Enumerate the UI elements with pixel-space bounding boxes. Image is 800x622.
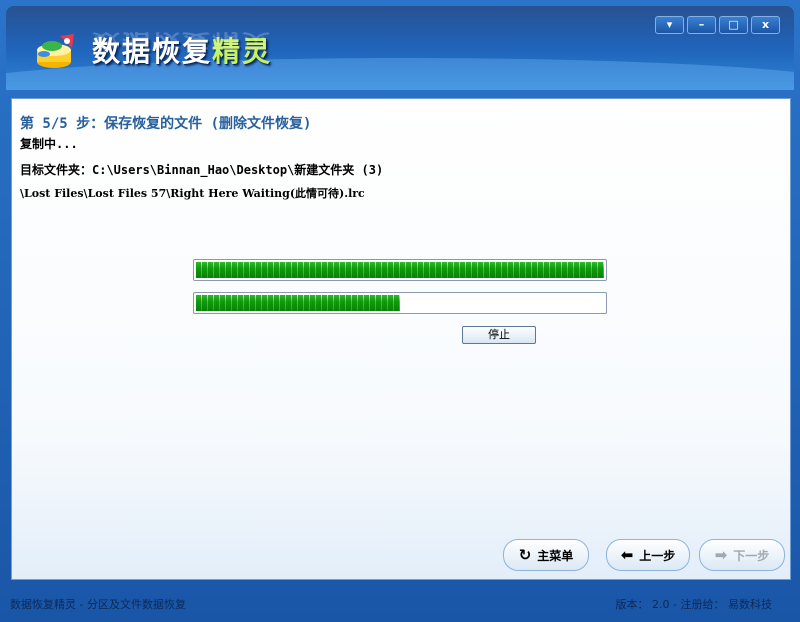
status-bar: 数据恢复精灵 - 分区及文件数据恢复 版本： 2.0 - 注册给： 易数科技 xyxy=(0,590,800,614)
close-icon: x xyxy=(761,18,770,31)
minimize-button[interactable]: – xyxy=(687,16,716,34)
previous-step-label: 上一步 xyxy=(639,548,676,563)
next-step-label: 下一步 xyxy=(733,548,770,563)
close-button[interactable]: x xyxy=(751,16,780,34)
app-window: 数据恢复精灵 数据恢复精灵 ▾ – □ x 第 5/5 步：保存恢复的文件 (删… xyxy=(0,0,800,622)
status-bar-right: 版本： 2.0 - 注册给： 易数科技 xyxy=(615,598,772,611)
refresh-icon: ↻ xyxy=(518,546,532,564)
arrow-right-icon: ➡ xyxy=(714,546,728,564)
stop-button[interactable]: 停止 xyxy=(462,326,536,344)
arrow-left-icon: ⬅ xyxy=(620,546,634,564)
target-folder-text: 目标文件夹：C:\Users\Binnan_Hao\Desktop\新建文件夹 … xyxy=(20,163,384,177)
total-progress-fill xyxy=(196,295,400,311)
total-progress-bar xyxy=(193,292,607,314)
previous-step-button[interactable]: ⬅ 上一步 xyxy=(606,539,690,571)
chevron-down-icon: ▾ xyxy=(666,18,673,31)
main-menu-label: 主菜单 xyxy=(537,548,574,563)
copy-status-text: 复制中... xyxy=(20,137,78,151)
minimize-icon: – xyxy=(698,18,705,31)
app-title-reflection: 数据恢复精灵 xyxy=(92,29,273,53)
file-progress-bar xyxy=(193,259,607,281)
wizard-panel: 第 5/5 步：保存恢复的文件 (删除文件恢复) 复制中... 目标文件夹：C:… xyxy=(11,98,791,580)
maximize-button[interactable]: □ xyxy=(719,16,748,34)
main-menu-button[interactable]: ↻ 主菜单 xyxy=(503,539,589,571)
status-bar-left: 数据恢复精灵 - 分区及文件数据恢复 xyxy=(10,598,186,611)
next-step-button[interactable]: ➡ 下一步 xyxy=(699,539,785,571)
data-recovery-logo-icon xyxy=(37,34,74,68)
step-title: 第 5/5 步：保存恢复的文件 (删除文件恢复) xyxy=(20,116,312,132)
title-banner: 数据恢复精灵 数据恢复精灵 ▾ – □ x xyxy=(6,6,794,90)
dropdown-button[interactable]: ▾ xyxy=(655,16,684,34)
file-progress-fill xyxy=(196,262,604,278)
current-file-text: \Lost Files\Lost Files 57\Right Here Wai… xyxy=(20,187,365,200)
window-controls: ▾ – □ x xyxy=(655,16,780,34)
maximize-icon: □ xyxy=(728,18,739,31)
